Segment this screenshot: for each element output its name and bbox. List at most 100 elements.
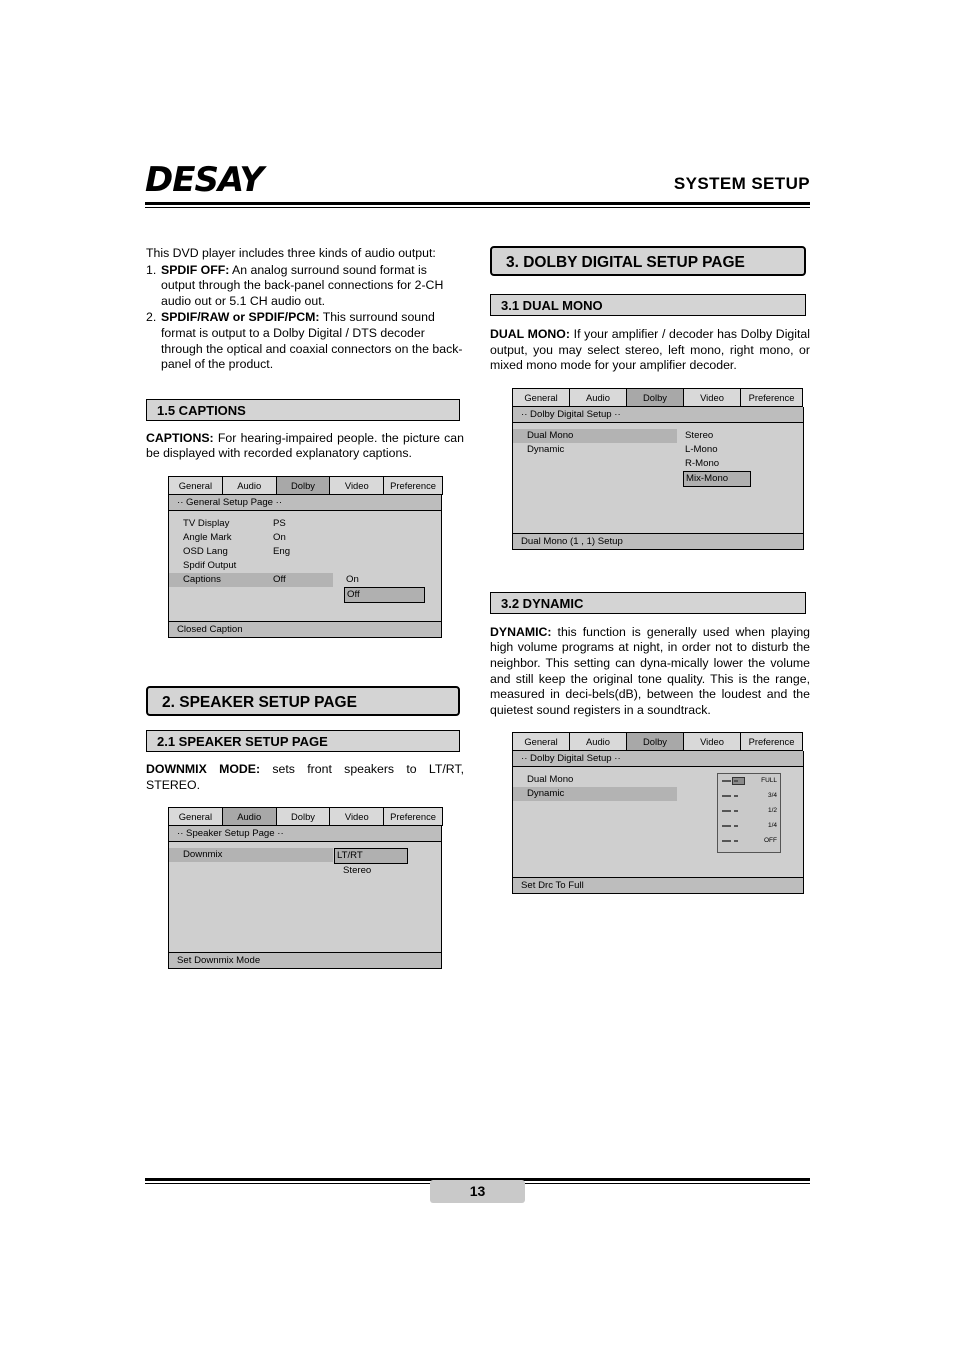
captions-term: CAPTIONS:: [146, 430, 214, 445]
osd-tab-audio[interactable]: Audio: [569, 732, 627, 752]
osd-title: ·· General Setup Page ··: [169, 494, 441, 511]
osd-tab-preference[interactable]: Preference: [740, 732, 803, 752]
osd-title: ·· Dolby Digital Setup ··: [513, 406, 803, 423]
osd-tab-strip: General Audio Dolby Video Preference: [168, 475, 443, 495]
osd-title: ·· Dolby Digital Setup ··: [513, 751, 803, 768]
audio-output-intro: This DVD player includes three kinds of …: [146, 246, 436, 260]
osd-tab-video[interactable]: Video: [683, 732, 741, 752]
osd-row-selected[interactable]: Dual Mono: [513, 428, 677, 443]
osd-row[interactable]: TV Display PS: [169, 517, 441, 531]
osd-row-selected[interactable]: Captions Off: [169, 572, 333, 587]
osd-tab-general[interactable]: General: [512, 732, 570, 752]
osd-tab-general[interactable]: General: [512, 387, 570, 407]
dualmono-paragraph: DUAL MONO: If your amplifier / decoder h…: [490, 327, 810, 374]
osd-row[interactable]: Dynamic: [513, 443, 803, 457]
drc-label-full: FULL: [761, 777, 777, 785]
captions-paragraph: CAPTIONS: For hearing-impaired people. t…: [146, 431, 464, 462]
osd-row-label: TV Display: [183, 517, 230, 529]
drc-label-half: 1/2: [767, 807, 777, 815]
osd-speaker-setup: General Audio Dolby Video Preference ·· …: [168, 807, 443, 970]
list-item: 2. SPDIF/RAW or SPDIF/PCM: This surround…: [146, 310, 464, 372]
osd-content: TV Display PS Angle Mark On OSD Lang Eng: [169, 510, 441, 621]
osd-tab-dolby[interactable]: Dolby: [626, 387, 684, 407]
osd-row[interactable]: OSD Lang Eng: [169, 545, 441, 559]
osd-body: ·· Speaker Setup Page ·· Downmix LT/RT S…: [168, 826, 442, 970]
osd-row-label: OSD Lang: [183, 545, 228, 557]
list-number: 2.: [146, 310, 157, 325]
osd-row-selected[interactable]: Downmix: [169, 848, 333, 863]
dualmono-term: DUAL MONO:: [490, 327, 570, 341]
osd-option-ltrt[interactable]: LT/RT: [334, 848, 408, 865]
left-column: This DVD player includes three kinds of …: [146, 246, 464, 970]
osd-tab-video[interactable]: Video: [683, 387, 741, 407]
osd-option-mixmono[interactable]: Mix-Mono: [683, 470, 751, 487]
osd-row-label: Spdif Output: [183, 559, 237, 571]
osd-body: ·· Dolby Digital Setup ·· Dual Mono Dyna…: [512, 406, 804, 550]
drc-slider-graphic[interactable]: FULL 3/4 1/2 1/4 OFF: [717, 773, 781, 854]
section-bar-dualmono: 3.1 DUAL MONO: [490, 294, 806, 316]
header-rule-thick: [145, 202, 810, 205]
osd-tab-audio[interactable]: Audio: [569, 387, 627, 407]
osd-content: Dual Mono Dynamic FULL 3/4 1/2 1/4 OFF: [513, 767, 803, 878]
downmix-paragraph: DOWNMIX MODE: sets front speakers to LT/…: [146, 762, 464, 793]
osd-tab-video[interactable]: Video: [329, 475, 385, 495]
osd-tab-preference[interactable]: Preference: [740, 387, 803, 407]
osd-option-menu: On Off: [344, 573, 425, 603]
osd-dynamic-setup: General Audio Dolby Video Preference ·· …: [512, 732, 804, 895]
osd-row[interactable]: Angle Mark On: [169, 531, 441, 545]
osd-general-setup: General Audio Dolby Video Preference ·· …: [168, 475, 443, 638]
osd-row-label: Dual Mono: [527, 774, 574, 786]
osd-body: ·· General Setup Page ·· TV Display PS A…: [168, 494, 442, 638]
osd-row-label: Dynamic: [527, 788, 565, 800]
osd-content: Dual Mono Dynamic Stereo L-Mono R-Mono M…: [513, 422, 803, 533]
page-title: SYSTEM SETUP: [673, 174, 810, 193]
osd-row-value: Eng: [273, 545, 291, 557]
osd-tab-dolby[interactable]: Dolby: [275, 807, 331, 827]
page-number: 13: [430, 1180, 525, 1203]
page-header: DESAY SYSTEM SETUP: [145, 160, 810, 218]
osd-option-stereo[interactable]: Stereo: [334, 864, 408, 878]
osd-option-menu: LT/RT Stereo: [334, 848, 408, 878]
osd-tab-video[interactable]: Video: [329, 807, 385, 827]
osd-dualmono-setup: General Audio Dolby Video Preference ·· …: [512, 387, 804, 550]
section-bar-speaker: 2. SPEAKER SETUP PAGE: [146, 685, 460, 716]
osd-tab-general[interactable]: General: [168, 475, 223, 495]
drc-label-three-quarter: 3/4: [767, 792, 777, 800]
osd-tab-audio[interactable]: Audio: [221, 807, 277, 827]
section-bar-dolby: 3. DOLBY DIGITAL SETUP PAGE: [490, 246, 806, 276]
osd-option-rmono[interactable]: R-Mono: [683, 457, 751, 471]
header-rule-thin: [145, 207, 810, 208]
osd-row-value: Off: [273, 573, 286, 585]
osd-tab-dolby[interactable]: Dolby: [275, 475, 331, 495]
osd-row-label: Angle Mark: [183, 531, 232, 543]
brand-logo: DESAY: [145, 160, 264, 200]
osd-row-value: PS: [273, 517, 286, 529]
osd-option-lmono[interactable]: L-Mono: [683, 443, 751, 457]
osd-title: ·· Speaker Setup Page ··: [169, 826, 441, 843]
osd-tab-general[interactable]: General: [168, 807, 223, 827]
dynamic-paragraph: DYNAMIC: this function is generally used…: [490, 625, 810, 719]
osd-footer: Dual Mono (1 , 1) Setup: [513, 532, 803, 549]
page-root: DESAY SYSTEM SETUP This DVD player inclu…: [0, 0, 954, 1348]
osd-tab-preference[interactable]: Preference: [383, 475, 443, 495]
osd-row-value: On: [273, 531, 286, 543]
list-term: SPDIF OFF:: [161, 262, 230, 277]
osd-row-label: Dynamic: [527, 443, 565, 455]
osd-row-label: Dual Mono: [527, 429, 574, 441]
osd-tab-strip: General Audio Dolby Video Preference: [512, 387, 804, 407]
section-bar-captions: 1.5 CAPTIONS: [146, 398, 460, 421]
osd-option-on[interactable]: On: [344, 573, 425, 587]
osd-tab-audio[interactable]: Audio: [221, 475, 277, 495]
osd-tab-dolby[interactable]: Dolby: [626, 732, 684, 752]
osd-option-stereo[interactable]: Stereo: [683, 429, 751, 443]
osd-option-off[interactable]: Off: [344, 586, 425, 603]
list-item: 1. SPDIF OFF: An analog surround sound f…: [146, 263, 464, 310]
osd-tab-preference[interactable]: Preference: [383, 807, 443, 827]
osd-row-list: Dual Mono Dynamic: [513, 423, 803, 463]
osd-row-selected[interactable]: Dynamic: [513, 787, 677, 802]
osd-row[interactable]: Spdif Output: [169, 559, 441, 573]
osd-footer: Set Downmix Mode: [169, 952, 441, 969]
osd-option-menu: Stereo L-Mono R-Mono Mix-Mono: [683, 429, 751, 487]
osd-footer: Set Drc To Full: [513, 877, 803, 894]
drc-label-off: OFF: [764, 837, 777, 845]
